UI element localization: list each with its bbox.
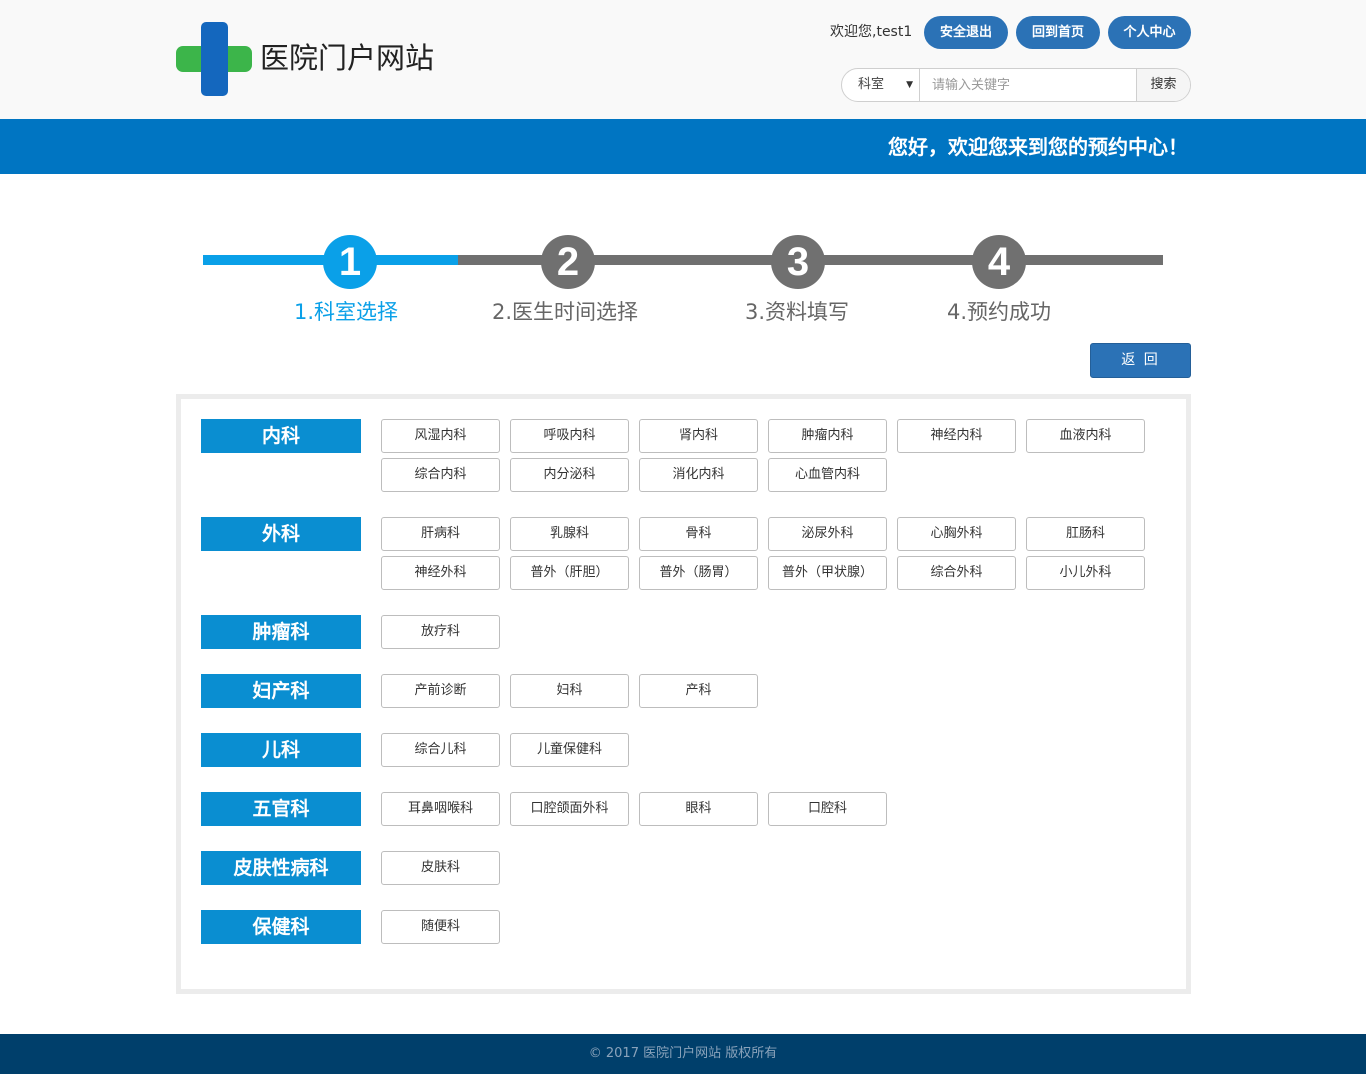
department-button[interactable]: 综合外科 (897, 556, 1016, 590)
department-button[interactable]: 放疗科 (381, 615, 500, 649)
department-button[interactable]: 随便科 (381, 910, 500, 944)
department-button[interactable]: 骨科 (639, 517, 758, 551)
welcome-banner: 您好，欢迎您来到您的预约中心！ (0, 119, 1366, 174)
site-title: 医院门户网站 (260, 41, 435, 75)
logout-button[interactable]: 安全退出 (924, 16, 1008, 49)
department-button[interactable]: 心血管内科 (768, 458, 887, 492)
step-4-circle: 4 (972, 235, 1026, 289)
department-button[interactable]: 肝病科 (381, 517, 500, 551)
step-2-circle: 2 (541, 235, 595, 289)
category-label: 儿科 (201, 733, 361, 767)
department-button[interactable]: 肾内科 (639, 419, 758, 453)
home-button[interactable]: 回到首页 (1016, 16, 1100, 49)
department-button[interactable]: 普外（甲状腺） (768, 556, 887, 590)
department-button[interactable]: 神经内科 (897, 419, 1016, 453)
search-category-value: 科室 (858, 77, 885, 92)
search-input[interactable] (920, 69, 1138, 101)
department-button[interactable]: 小儿外科 (1026, 556, 1145, 590)
department-button[interactable]: 眼科 (639, 792, 758, 826)
banner-text: 您好，欢迎您来到您的预约中心！ (888, 135, 1188, 159)
site-footer: © 2017 医院门户网站 版权所有 (0, 1034, 1366, 1074)
department-button[interactable]: 心胸外科 (897, 517, 1016, 551)
hospital-cross-logo (176, 22, 252, 96)
department-button[interactable]: 呼吸内科 (510, 419, 629, 453)
category-label: 五官科 (201, 792, 361, 826)
department-button[interactable]: 综合儿科 (381, 733, 500, 767)
department-button[interactable]: 产科 (639, 674, 758, 708)
department-button[interactable]: 肿瘤内科 (768, 419, 887, 453)
category-label: 外科 (201, 517, 361, 551)
progress-steps: 1 2 3 4 1.科室选择 2.医生时间选择 3.资料填写 4.预约成功 (0, 174, 1366, 334)
step-1-circle: 1 (323, 235, 377, 289)
department-button[interactable]: 口腔科 (768, 792, 887, 826)
department-button[interactable]: 儿童保健科 (510, 733, 629, 767)
department-button[interactable]: 内分泌科 (510, 458, 629, 492)
department-button[interactable]: 神经外科 (381, 556, 500, 590)
step-2-label: 2.医生时间选择 (492, 300, 639, 324)
logo-vertical-bar (201, 22, 228, 96)
copyright-text: © 2017 医院门户网站 版权所有 (588, 1046, 778, 1061)
category-label: 保健科 (201, 910, 361, 944)
department-button[interactable]: 肛肠科 (1026, 517, 1145, 551)
department-button[interactable]: 皮肤科 (381, 851, 500, 885)
back-button[interactable]: 返 回 (1090, 343, 1191, 378)
step-4-label: 4.预约成功 (947, 300, 1052, 324)
caret-down-icon: ▼ (906, 80, 913, 90)
department-panel: 内科 风湿内科 呼吸内科 肾内科 肿瘤内科 神经内科 血液内科综合内科 内分泌科 消化内科 心血管… (176, 394, 1191, 994)
department-button[interactable]: 泌尿外科 (768, 517, 887, 551)
site-header: 医院门户网站 欢迎您,test1 安全退出 回到首页 个人中心 科室 ▼ 搜索 (0, 0, 1366, 119)
department-button[interactable]: 妇科 (510, 674, 629, 708)
search-button[interactable]: 搜索 (1136, 69, 1190, 101)
step-1-label: 1.科室选择 (294, 300, 399, 324)
category-label: 内科 (201, 419, 361, 453)
department-button[interactable]: 综合内科 (381, 458, 500, 492)
department-button[interactable]: 普外（肠胃） (639, 556, 758, 590)
department-button[interactable]: 耳鼻咽喉科 (381, 792, 500, 826)
department-button[interactable]: 普外（肝胆） (510, 556, 629, 590)
department-button[interactable]: 口腔颌面外科 (510, 792, 629, 826)
step-3-label: 3.资料填写 (745, 300, 850, 324)
department-button[interactable]: 产前诊断 (381, 674, 500, 708)
search-category-select[interactable]: 科室 ▼ (842, 69, 920, 101)
welcome-text: 欢迎您,test1 (830, 24, 913, 40)
department-button[interactable]: 血液内科 (1026, 419, 1145, 453)
department-button[interactable]: 风湿内科 (381, 419, 500, 453)
search-bar: 科室 ▼ 搜索 (841, 68, 1191, 102)
profile-button[interactable]: 个人中心 (1108, 16, 1191, 49)
category-label: 皮肤性病科 (201, 851, 361, 885)
category-label: 肿瘤科 (201, 615, 361, 649)
department-button[interactable]: 乳腺科 (510, 517, 629, 551)
step-3-circle: 3 (771, 235, 825, 289)
category-label: 妇产科 (201, 674, 361, 708)
department-button[interactable]: 消化内科 (639, 458, 758, 492)
